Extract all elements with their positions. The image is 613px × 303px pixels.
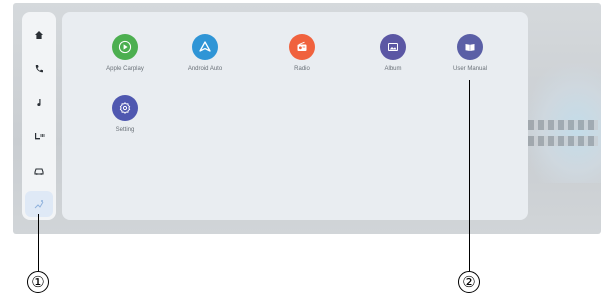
car-settings-icon [34,168,44,175]
callout-marker-2: ② [458,271,480,293]
android-auto-icon [199,41,211,52]
app-label: Setting [115,127,135,133]
book-icon-badge [457,34,483,60]
app-label: Android Auto [187,66,223,72]
app-apple-carplay[interactable]: Apple Carplay [89,34,161,72]
image-icon [388,43,398,51]
app-album[interactable]: Album [357,34,429,72]
app-label: Apple Carplay [106,66,144,72]
radio-icon-badge [289,34,315,60]
play-icon [118,40,132,54]
sidebar-item-seat[interactable] [25,124,53,150]
phone-icon [35,65,43,73]
sidebar-item-phone[interactable] [25,56,53,82]
book-icon [465,44,475,51]
app-label: User Manual [452,66,487,72]
sidebar-item-apps[interactable] [25,191,53,217]
app-label: Album [384,66,402,72]
callout-marker-1: ① [27,271,49,293]
background-road-marking [528,136,598,146]
sidebar [22,12,56,220]
gear-icon [119,102,131,114]
play-icon-badge [112,34,138,60]
sidebar-item-music[interactable] [25,90,53,116]
app-label: Radio [294,66,310,72]
image-icon-badge [380,34,406,60]
app-setting[interactable]: Setting [89,95,161,133]
sidebar-item-car[interactable] [25,158,53,184]
radio-icon [297,41,307,51]
gear-icon-badge [112,95,138,121]
seat-heat-icon [35,133,45,140]
app-user-manual[interactable]: User Manual [434,34,506,72]
music-note-icon [37,99,41,106]
home-icon [35,31,43,39]
background-road-marking [528,120,598,130]
callout-line-1 [38,214,39,271]
android-auto-icon-badge [192,34,218,60]
infotainment-screen: Apple Carplay Android Auto Radio Album U… [13,3,601,234]
sidebar-item-home[interactable] [25,22,53,48]
callout-line-2 [469,80,470,271]
apps-panel: Apple Carplay Android Auto Radio Album U… [62,12,528,220]
app-radio[interactable]: Radio [266,34,338,72]
app-android-auto[interactable]: Android Auto [169,34,241,72]
apps-grid-icon [34,200,44,209]
